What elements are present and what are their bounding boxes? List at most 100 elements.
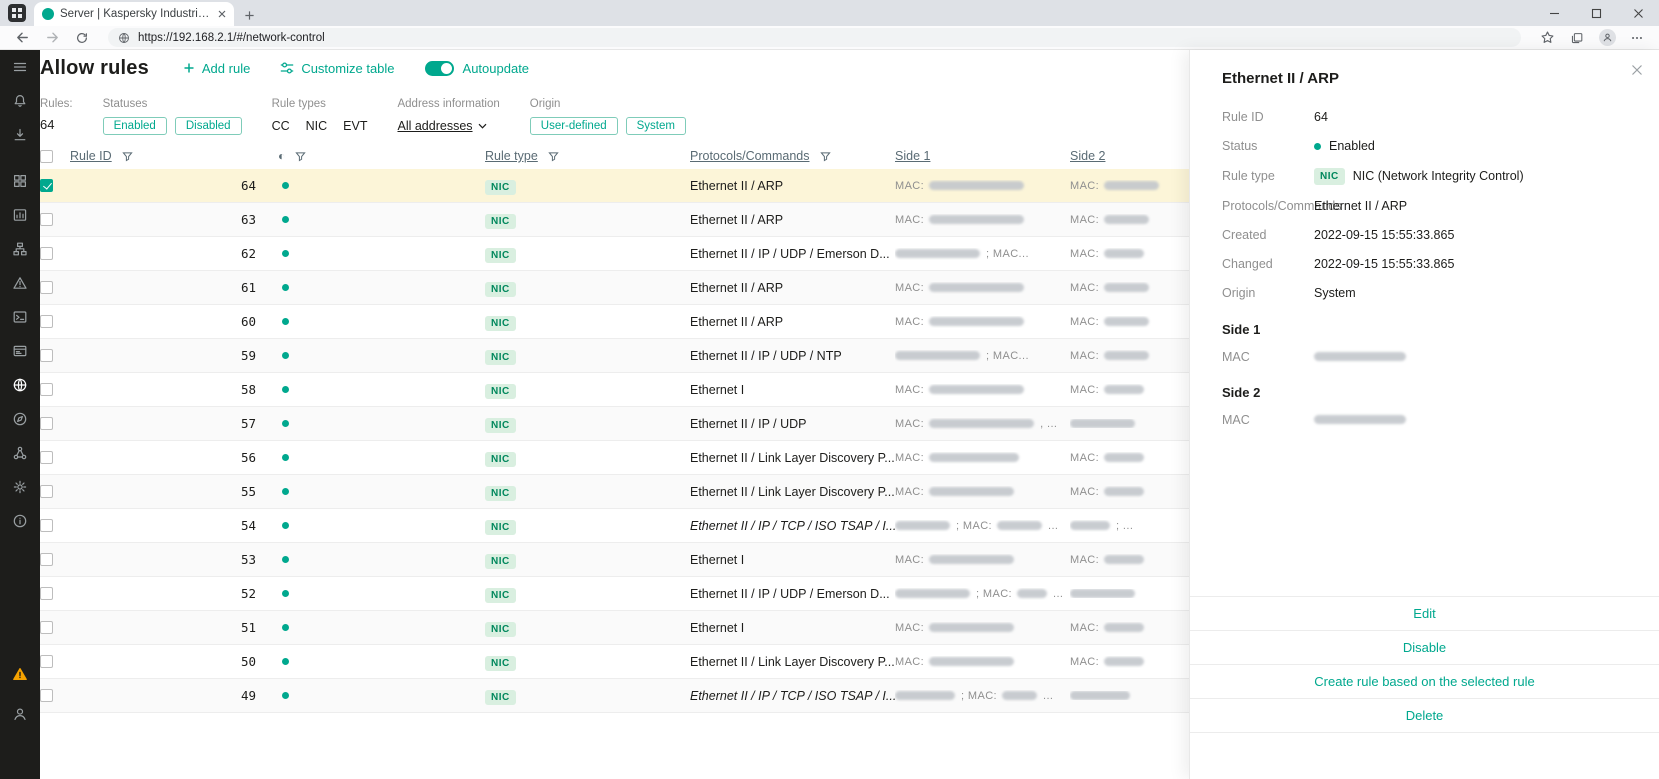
add-rule-button[interactable]: Add rule — [183, 61, 250, 76]
back-button[interactable] — [8, 30, 36, 45]
refresh-button[interactable] — [68, 31, 96, 45]
panel-action-create-rule-based-on-the-selected-rule[interactable]: Create rule based on the selected rule — [1190, 664, 1659, 698]
window-minimize-button[interactable] — [1533, 0, 1575, 26]
field-label: Status — [1222, 138, 1314, 154]
sidebar-item-globe-icon[interactable] — [0, 368, 40, 402]
row-checkbox[interactable] — [40, 689, 53, 702]
row-checkbox[interactable] — [40, 383, 53, 396]
field-value: 64 — [1314, 109, 1328, 125]
row-checkbox[interactable] — [40, 213, 53, 226]
sidebar-item-chart-icon[interactable] — [0, 198, 40, 232]
rule-type-filter-nic[interactable]: NIC — [306, 119, 328, 133]
collections-icon[interactable] — [1563, 31, 1591, 45]
origin-chip-system[interactable]: System — [626, 117, 686, 135]
rule-type-filter-evt[interactable]: EVT — [343, 119, 367, 133]
row-checkbox[interactable] — [40, 417, 53, 430]
window-close-button[interactable] — [1617, 0, 1659, 26]
mac-label: MAC: — [1070, 180, 1099, 192]
rule-type-badge: NIC — [485, 214, 516, 229]
column-header-rule-type[interactable]: Rule type — [485, 149, 538, 163]
sidebar-item-terminal-icon[interactable] — [0, 300, 40, 334]
panel-close-icon[interactable] — [1631, 64, 1643, 76]
filter-funnel-icon[interactable] — [820, 151, 831, 162]
protocols-cell: Ethernet II / IP / UDP — [680, 417, 895, 431]
rule-type-badge: NIC — [485, 520, 516, 535]
filter-funnel-icon[interactable] — [548, 151, 559, 162]
plus-icon — [183, 62, 195, 74]
sidebar-item-gear-icon[interactable] — [0, 470, 40, 504]
panel-action-disable[interactable]: Disable — [1190, 630, 1659, 664]
browser-tab[interactable]: Server | Kaspersky Industrial Cyb... — [34, 2, 234, 26]
redacted-value — [1070, 589, 1135, 598]
row-checkbox[interactable] — [40, 655, 53, 668]
row-checkbox[interactable] — [40, 621, 53, 634]
panel-action-edit[interactable]: Edit — [1190, 596, 1659, 630]
rule-id-cell: 59 — [70, 348, 260, 363]
row-checkbox[interactable] — [40, 315, 53, 328]
customize-table-button[interactable]: Customize table — [280, 61, 394, 76]
redacted-value — [1104, 385, 1144, 394]
row-checkbox[interactable] — [40, 451, 53, 464]
sidebar-item-download-icon[interactable] — [0, 118, 40, 152]
sidebar-item-menu-icon[interactable] — [0, 50, 40, 84]
sidebar-item-card-icon[interactable] — [0, 334, 40, 368]
filter-funnel-icon[interactable] — [295, 151, 306, 162]
autoupdate-toggle[interactable]: Autoupdate — [425, 61, 530, 76]
row-checkbox[interactable] — [40, 349, 53, 362]
status-column-icon[interactable]: ◐ — [278, 150, 285, 162]
window-maximize-button[interactable] — [1575, 0, 1617, 26]
row-checkbox[interactable] — [40, 281, 53, 294]
row-checkbox[interactable] — [40, 519, 53, 532]
sidebar-item-tree-icon[interactable] — [0, 232, 40, 266]
protocols-cell: Ethernet I — [680, 621, 895, 635]
rules-count-group: Rules: 64 — [40, 98, 73, 132]
row-checkbox[interactable] — [40, 485, 53, 498]
tab-close-icon[interactable] — [218, 10, 226, 18]
mac-label: MAC: — [1070, 350, 1099, 362]
address-group: Address information All addresses — [397, 98, 499, 133]
column-header-side1[interactable]: Side 1 — [895, 149, 930, 163]
browser-menu-icon[interactable] — [1623, 31, 1651, 45]
side1-cell: ; MAC:... — [895, 588, 1070, 600]
column-header-protocols[interactable]: Protocols/Commands — [690, 149, 810, 163]
favorites-icon[interactable] — [1533, 30, 1561, 45]
sidebar-item-compass-icon[interactable] — [0, 402, 40, 436]
select-all-checkbox[interactable] — [40, 150, 53, 163]
sidebar-item-nodes-icon[interactable] — [0, 436, 40, 470]
status-chip-disabled[interactable]: Disabled — [175, 117, 242, 135]
address-bar[interactable]: https://192.168.2.1/#/network-control — [108, 28, 1521, 47]
sidebar-item-warning-icon[interactable] — [0, 657, 40, 691]
column-header-side2[interactable]: Side 2 — [1070, 149, 1105, 163]
sidebar-item-bell-icon[interactable] — [0, 84, 40, 118]
sidebar-item-user-icon[interactable] — [0, 697, 40, 731]
sidebar-item-grid-icon[interactable] — [0, 164, 40, 198]
address-filter[interactable]: All addresses — [397, 117, 499, 133]
sidebar-item-alert-icon[interactable] — [0, 266, 40, 300]
forward-button[interactable] — [38, 30, 66, 45]
rule-type-filter-cc[interactable]: CC — [272, 119, 290, 133]
new-tab-button[interactable] — [244, 10, 255, 21]
row-checkbox[interactable] — [40, 179, 53, 192]
mac-label: ; MAC: — [976, 588, 1012, 600]
rule-type-badge: NIC — [485, 282, 516, 297]
profile-avatar[interactable] — [1593, 29, 1621, 46]
rule-types-label: Rule types — [272, 98, 368, 110]
row-checkbox[interactable] — [40, 553, 53, 566]
panel-action-delete[interactable]: Delete — [1190, 698, 1659, 732]
row-checkbox[interactable] — [40, 587, 53, 600]
origin-chip-user-defined[interactable]: User-defined — [530, 117, 618, 135]
redacted-value — [1104, 453, 1144, 462]
mac-label: MAC: — [1070, 248, 1099, 260]
browser-toolbar: https://192.168.2.1/#/network-control — [0, 26, 1659, 50]
mac-label: ... — [1048, 520, 1058, 532]
status-chip-enabled[interactable]: Enabled — [103, 117, 167, 135]
panel-field: Protocols/CommandsEthernet II / ARP — [1222, 198, 1627, 214]
filter-funnel-icon[interactable] — [122, 151, 133, 162]
site-info-icon[interactable] — [118, 32, 130, 44]
sidebar-item-info-icon[interactable] — [0, 504, 40, 538]
row-checkbox[interactable] — [40, 247, 53, 260]
rule-type-badge: NIC — [485, 316, 516, 331]
browser-workspaces-icon[interactable] — [8, 4, 26, 22]
column-header-rule-id[interactable]: Rule ID — [70, 149, 112, 163]
redacted-value — [997, 521, 1042, 530]
